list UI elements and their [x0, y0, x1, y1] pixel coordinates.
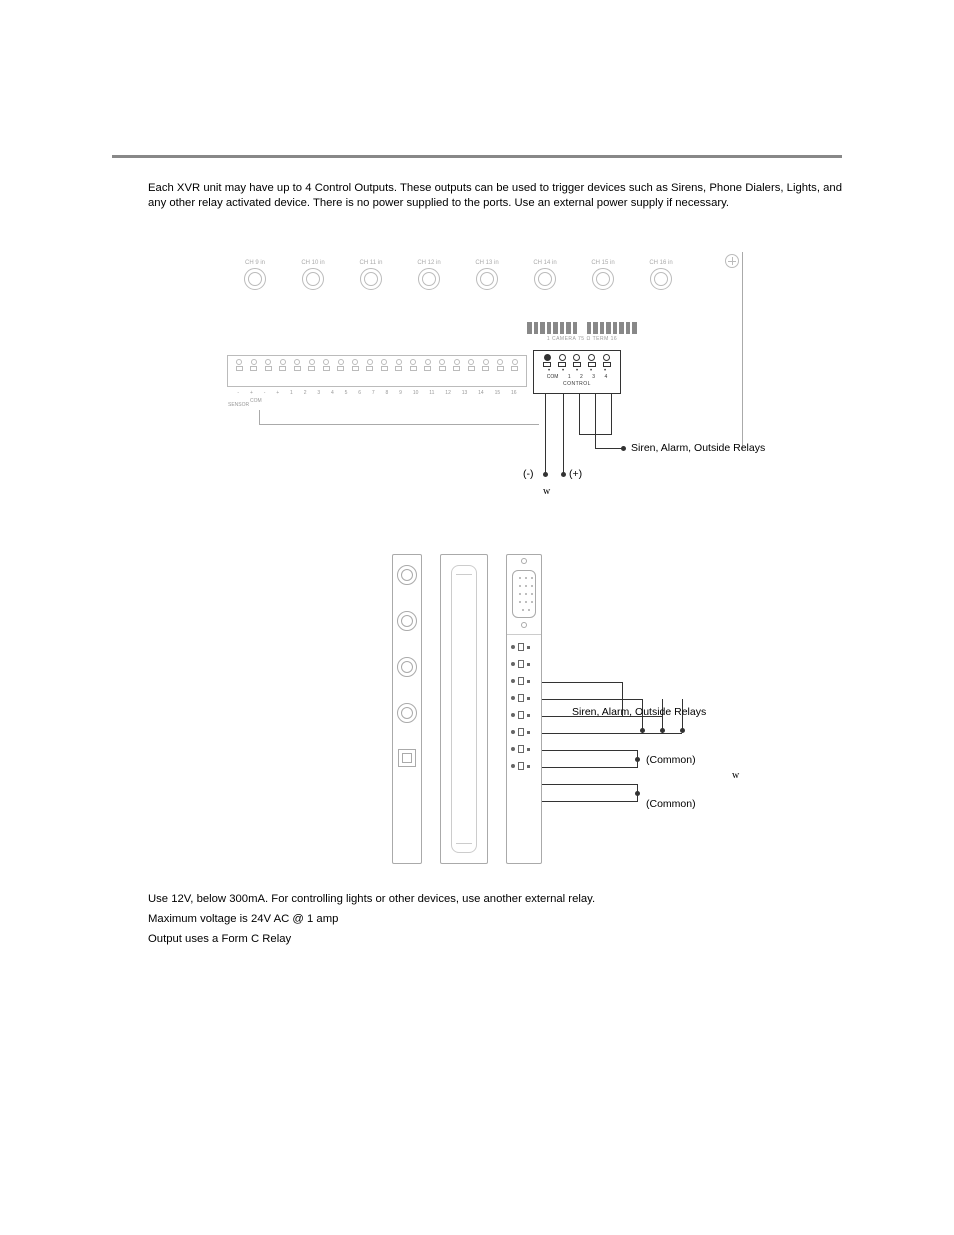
db9-connector-icon: [512, 570, 536, 618]
relay-label: Siren, Alarm, Outside Relays: [572, 706, 706, 718]
bnc-label: CH 15 in: [585, 260, 621, 266]
control-com-label: COM: [547, 374, 559, 380]
bnc-connector-icon: [534, 268, 556, 290]
w-symbol: w: [543, 486, 550, 497]
bnc-label: CH 14 in: [527, 260, 563, 266]
wire-terminal-dot: [635, 791, 640, 796]
screw-icon: [725, 254, 739, 268]
wire-terminal-dot: [660, 728, 665, 733]
note-line-3: Output uses a Form C Relay: [148, 930, 842, 948]
relay-terminal-block: [507, 634, 541, 775]
bnc-connector-icon: [592, 268, 614, 290]
w-symbol: w: [732, 770, 739, 781]
wire: [542, 733, 682, 734]
intro-paragraph: Each XVR unit may have up to 4 Control O…: [112, 181, 842, 212]
wire: [611, 394, 612, 434]
wire-terminal-dot: [635, 757, 640, 762]
wire: [563, 394, 564, 474]
wire: [595, 394, 596, 434]
bnc-connector-icon: [360, 268, 382, 290]
polarity-minus-label: (-): [523, 468, 534, 480]
bnc-connector-icon: [476, 268, 498, 290]
wire: [542, 784, 637, 785]
sensor-label: SENSOR: [228, 402, 249, 408]
button-icon: [398, 749, 416, 767]
bnc-connector-icon: [650, 268, 672, 290]
bnc-label: CH 9 in: [237, 260, 273, 266]
bnc-connector-icon: [397, 703, 417, 723]
wire-terminal-dot: [621, 446, 626, 451]
bnc-label: CH 13 in: [469, 260, 505, 266]
wire: [259, 410, 260, 424]
dip-switch-block: 1 CAMERA 75 Ω TERM 16: [527, 322, 637, 342]
top-divider: [112, 155, 842, 158]
relay-label: Siren, Alarm, Outside Relays: [631, 442, 765, 454]
control-terminal-block: ••••• COM 1234 CONTROL: [533, 350, 621, 394]
serial-screw-icon: [521, 622, 527, 628]
note-line-2: Maximum voltage is 24V AC @ 1 amp: [148, 910, 842, 928]
io-card-2: [440, 554, 488, 864]
wire-terminal-dot: [561, 472, 566, 477]
bnc-label: CH 12 in: [411, 260, 447, 266]
wire: [542, 682, 622, 683]
wire: [542, 801, 637, 802]
io-card-1: [392, 554, 422, 864]
sensor-terminal-block: -+-+ 1234 5678 9101112 13141516 COM SENS…: [227, 355, 527, 387]
wire: [542, 699, 642, 700]
figure-1: CH 9 in CH 10 in CH 11 in CH 12 in CH 13…: [227, 260, 727, 520]
serial-screw-icon: [521, 558, 527, 564]
wire: [579, 394, 580, 434]
figure-2: Siren, Alarm, Outside Relays (Common) (C…: [392, 554, 772, 864]
bnc-connector-row: CH 9 in CH 10 in CH 11 in CH 12 in CH 13…: [237, 260, 727, 290]
bnc-connector-icon: [302, 268, 324, 290]
notes-block: Use 12V, below 300mA. For controlling li…: [112, 890, 842, 948]
wire: [542, 767, 637, 768]
dip-label: 1 CAMERA 75 Ω TERM 16: [527, 336, 637, 342]
bnc-connector-icon: [397, 565, 417, 585]
bnc-label: CH 10 in: [295, 260, 331, 266]
io-card-3: [506, 554, 542, 864]
polarity-plus-label: (+): [569, 468, 582, 480]
com-label: COM: [250, 398, 262, 404]
wire: [595, 434, 596, 448]
wire: [595, 448, 623, 449]
common-label: (Common): [646, 798, 696, 810]
expansion-slot-icon: [451, 565, 477, 853]
bnc-label: CH 16 in: [643, 260, 679, 266]
bnc-label: CH 11 in: [353, 260, 389, 266]
wire-terminal-dot: [640, 728, 645, 733]
wire: [259, 424, 539, 425]
bnc-connector-icon: [397, 657, 417, 677]
wire: [545, 394, 546, 474]
panel-edge: [742, 252, 743, 450]
control-label: CONTROL: [534, 381, 620, 387]
bnc-connector-icon: [418, 268, 440, 290]
bnc-connector-icon: [244, 268, 266, 290]
common-label: (Common): [646, 754, 696, 766]
bnc-connector-icon: [397, 611, 417, 631]
wire-terminal-dot: [543, 472, 548, 477]
wire: [542, 750, 637, 751]
note-line-1: Use 12V, below 300mA. For controlling li…: [148, 890, 842, 908]
wire-terminal-dot: [680, 728, 685, 733]
